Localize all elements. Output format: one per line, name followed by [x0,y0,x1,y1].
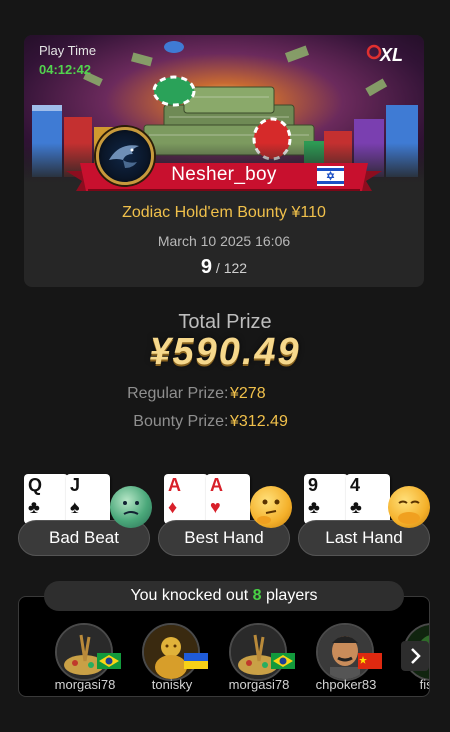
knockout-count: 8 [252,587,262,604]
svg-text:XL: XL [379,45,403,65]
player-avatar [55,623,113,681]
israel-flag-icon [317,166,344,186]
bounty-prize-label: Bounty Prize [133,413,224,430]
ukraine-flag-icon [184,653,208,669]
knockout-panel: morgasi78 tonisky morgasi78 chpoker83 fi… [18,596,430,697]
finish-position: 9 / 122 [24,256,424,279]
total-prize-value: ¥590.49 [149,331,301,373]
playing-card: A ♦ [164,474,208,524]
knocked-player[interactable]: morgasi78 [219,623,299,693]
playing-card: 9 ♣ [304,474,348,524]
last-hand-highlight[interactable]: 9 ♣ 4 ♣ Last Hand [298,474,430,556]
bounty-prize-colon: : [224,413,229,430]
knockout-summary: You knocked out 8 players [44,581,404,611]
bounty-prize-value: ¥312.49 [230,413,288,430]
knocked-player[interactable]: morgasi78 [45,623,125,693]
face-with-hand-emoji-icon [388,486,430,528]
total-entrants: 122 [223,260,248,276]
brazil-flag-icon [97,653,121,669]
playing-card: Q ♣ [24,474,68,524]
sick-face-emoji-icon [110,486,152,528]
player-avatar [142,623,200,681]
tournament-card: Play Time 04:12:42 XL Nesher_boy Zodiac … [24,35,424,287]
regular-prize-label: Regular Prize [127,385,224,402]
tournament-date: March 10 2025 16:06 [157,233,291,249]
tournament-name: Zodiac Hold'em Bounty ¥110 [122,204,326,221]
brand-logo: XL [366,41,414,72]
player-name: fisch [419,677,429,692]
playing-card: 4 ♣ [346,474,390,524]
player-avatar [229,623,287,681]
regular-prize-colon: : [224,385,229,402]
china-flag-icon [358,653,382,669]
player-name: tonisky [151,677,193,692]
brazil-flag-icon [271,653,295,669]
rank-separator: / [212,260,224,276]
knocked-player[interactable]: chpoker83 [306,623,386,693]
best-hand-highlight[interactable]: A ♦ A ♥ Best Hand [158,474,292,556]
eagle-icon [109,145,139,168]
finish-place: 9 [200,256,213,278]
playing-card: J ♠ [66,474,110,524]
knocked-player[interactable]: tonisky [132,623,212,693]
play-time-label: Play Time [39,43,97,58]
thinking-face-emoji-icon [250,486,292,528]
player-name: morgasi78 [54,677,116,692]
player-avatar [316,623,374,681]
player-avatar [96,127,154,185]
player-name: morgasi78 [228,677,290,692]
playing-card: A ♥ [206,474,250,524]
regular-prize-value: ¥278 [230,385,266,402]
bad-beat-highlight[interactable]: Q ♣ J ♠ Bad Beat [18,474,152,556]
next-players-button[interactable] [401,641,429,671]
chevron-right-icon [411,648,421,664]
player-name: chpoker83 [315,677,377,692]
play-time-value: 04:12:42 [39,62,92,77]
